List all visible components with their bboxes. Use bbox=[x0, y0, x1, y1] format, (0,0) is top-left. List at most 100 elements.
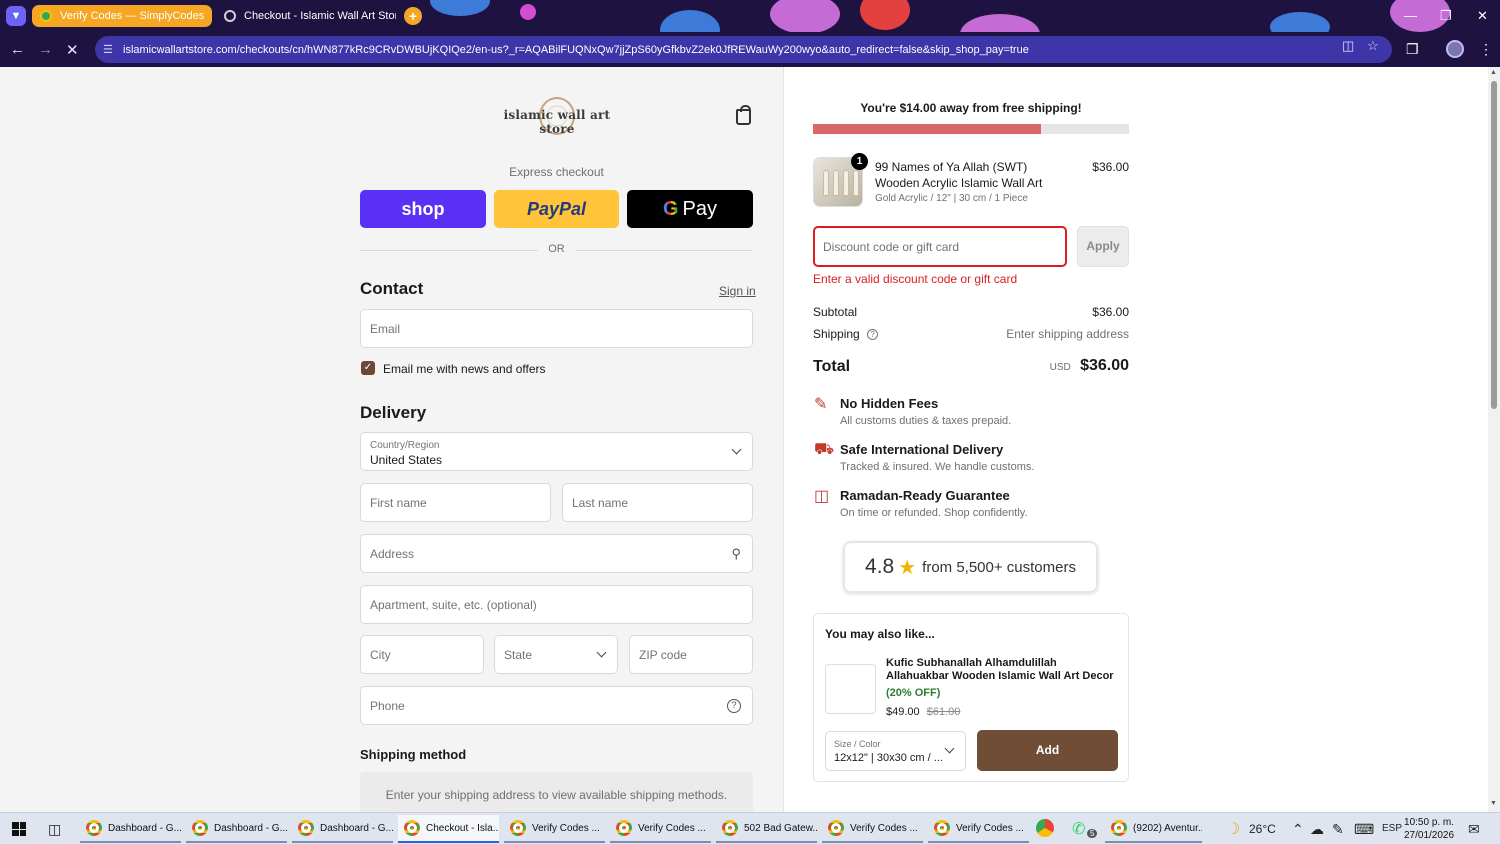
taskbar-item[interactable]: (9202) Aventur... bbox=[1105, 815, 1202, 843]
windows-start-icon[interactable] bbox=[12, 822, 26, 836]
taskbar-item-active[interactable]: Checkout - Isla... bbox=[398, 815, 499, 843]
site-info-icon[interactable]: ☰ bbox=[103, 43, 121, 56]
scrollbar-thumb[interactable] bbox=[1491, 81, 1497, 409]
upsell-card: You may also like... Kufic Subhanallah A… bbox=[813, 613, 1129, 782]
tab-verify-codes[interactable]: Verify Codes — SimplyCodes ✕ bbox=[32, 5, 212, 27]
address-bar[interactable]: ☰ islamicwallartstore.com/checkouts/cn/h… bbox=[95, 36, 1392, 63]
forward-icon[interactable]: → bbox=[38, 41, 53, 58]
shipping-help-icon[interactable]: ? bbox=[867, 329, 879, 341]
apply-discount-button[interactable]: Apply bbox=[1077, 226, 1129, 267]
newsletter-label[interactable]: Email me with news and offers bbox=[383, 362, 546, 376]
pen-icon[interactable]: ✎ bbox=[1332, 821, 1344, 838]
chrome-pinned-icon[interactable] bbox=[1036, 819, 1054, 840]
taskbar-item[interactable]: Verify Codes ... bbox=[610, 815, 711, 843]
taskbar-item-label: Verify Codes ... bbox=[532, 822, 600, 834]
chrome-icon bbox=[722, 820, 738, 836]
simplycodes-favicon-icon bbox=[40, 10, 52, 22]
phone-placeholder: Phone bbox=[370, 698, 405, 713]
menu-kebab-icon[interactable]: ⋮ bbox=[1479, 41, 1493, 58]
google-pay-button[interactable]: G Pay bbox=[627, 190, 753, 228]
total-row: USD $36.00 bbox=[1000, 357, 1129, 375]
taskbar-item[interactable]: Verify Codes ... bbox=[928, 815, 1029, 843]
tab-title: Checkout - Islamic Wall Art Stor bbox=[244, 10, 396, 22]
taskbar-item-label: Dashboard - G... bbox=[320, 822, 393, 834]
sign-in-link[interactable]: Sign in bbox=[719, 284, 756, 298]
tray-chevron-up-icon[interactable]: ⌃ bbox=[1292, 821, 1304, 838]
first-name-field[interactable]: First name bbox=[360, 483, 551, 522]
taskbar-item[interactable]: Dashboard - G... bbox=[186, 815, 287, 843]
keyboard-icon[interactable]: ⌨ bbox=[1354, 821, 1374, 838]
help-circle-icon[interactable]: ? bbox=[727, 699, 741, 713]
bookmark-star-icon[interactable]: ☆ bbox=[1367, 38, 1379, 54]
product-title: 99 Names of Ya Allah (SWT) Wooden Acryli… bbox=[875, 160, 1043, 190]
taskbar-item[interactable]: Dashboard - G... bbox=[80, 815, 181, 843]
zip-placeholder: ZIP code bbox=[639, 647, 687, 662]
shopping-bag-icon[interactable] bbox=[736, 105, 751, 125]
tab-checkout[interactable]: Checkout - Islamic Wall Art Stor ✕ bbox=[216, 5, 396, 27]
url-text[interactable]: islamicwallartstore.com/checkouts/cn/hWN… bbox=[123, 44, 1323, 56]
scroll-up-icon[interactable]: ▲ bbox=[1490, 69, 1497, 76]
feature-title: Safe International Delivery bbox=[840, 442, 1004, 457]
extensions-icon[interactable]: ❐ bbox=[1406, 41, 1419, 58]
email-field[interactable]: Email bbox=[360, 309, 753, 348]
zip-field[interactable]: ZIP code bbox=[629, 635, 753, 674]
state-select[interactable]: State bbox=[494, 635, 618, 674]
stop-loading-icon[interactable]: ✕ bbox=[66, 41, 79, 59]
shipping-row: Shipping ? bbox=[813, 327, 879, 341]
chrome-icon bbox=[828, 820, 844, 836]
upsell-price: $49.00 bbox=[886, 706, 920, 718]
tab-search-button[interactable]: ▼ bbox=[6, 6, 26, 26]
apartment-field[interactable]: Apartment, suite, etc. (optional) bbox=[360, 585, 753, 624]
back-icon[interactable]: ← bbox=[10, 41, 25, 58]
minimize-icon[interactable]: — bbox=[1404, 8, 1417, 23]
weather-temperature[interactable]: 26°C bbox=[1249, 822, 1276, 836]
input-language[interactable]: ESP bbox=[1382, 823, 1402, 834]
network-icon[interactable]: ☁ bbox=[1310, 821, 1324, 838]
translate-icon[interactable]: ◫ bbox=[1342, 38, 1354, 54]
wallpaper-decoration bbox=[770, 0, 840, 32]
wallpaper-decoration bbox=[1270, 12, 1330, 32]
close-tab-icon[interactable]: ✕ bbox=[204, 9, 212, 23]
phone-field[interactable]: Phone ? bbox=[360, 686, 753, 725]
taskbar-item[interactable]: Dashboard - G... bbox=[292, 815, 393, 843]
page-scrollbar[interactable]: ▲ ▼ bbox=[1488, 67, 1500, 812]
address-field[interactable]: Address ⚲ bbox=[360, 534, 753, 573]
free-shipping-progress-fill bbox=[813, 124, 1041, 134]
total-label: Total bbox=[813, 358, 851, 375]
feature-title: No Hidden Fees bbox=[840, 396, 939, 411]
notifications-icon[interactable]: ✉ bbox=[1468, 821, 1480, 838]
city-field[interactable]: City bbox=[360, 635, 484, 674]
restore-icon[interactable]: ❐ bbox=[1440, 8, 1452, 24]
newsletter-checkbox[interactable]: ✓ bbox=[361, 361, 375, 375]
system-clock[interactable]: 10:50 p. m. 27/01/2026 bbox=[1404, 816, 1454, 842]
upsell-product-image bbox=[825, 664, 876, 714]
gpay-label: Pay bbox=[682, 197, 718, 220]
scroll-down-icon[interactable]: ▼ bbox=[1490, 800, 1497, 807]
taskbar-item-label: Verify Codes ... bbox=[850, 822, 918, 834]
new-tab-button[interactable]: + bbox=[404, 7, 422, 25]
paypal-button[interactable]: PayPal bbox=[494, 190, 619, 228]
taskbar-item-label: Checkout - Isla... bbox=[426, 822, 499, 834]
upsell-add-button[interactable]: Add bbox=[977, 730, 1118, 771]
shipping-label: Shipping bbox=[813, 327, 860, 341]
task-view-icon[interactable]: ◫ bbox=[48, 821, 61, 838]
subtotal-label: Subtotal bbox=[813, 305, 858, 319]
shipping-method-placeholder: Enter your shipping address to view avai… bbox=[360, 772, 753, 812]
whatsapp-icon[interactable]: ✆ bbox=[1072, 819, 1085, 839]
taskbar-item[interactable]: Verify Codes ... bbox=[504, 815, 605, 843]
star-icon: ★ bbox=[898, 556, 917, 579]
discount-code-input[interactable]: Discount code or gift card bbox=[813, 226, 1067, 267]
taskbar-item[interactable]: Verify Codes ... bbox=[822, 815, 923, 843]
last-name-field[interactable]: Last name bbox=[562, 483, 753, 522]
wallpaper-decoration bbox=[660, 10, 720, 32]
taskbar-item[interactable]: 502 Bad Gatew... bbox=[716, 815, 817, 843]
country-select[interactable]: Country/Region United States bbox=[360, 432, 753, 471]
shop-pay-button[interactable]: shop bbox=[360, 190, 486, 228]
profile-avatar[interactable] bbox=[1446, 40, 1464, 58]
store-logo[interactable]: islamic wall art store bbox=[497, 97, 617, 137]
chevron-down-icon bbox=[596, 647, 607, 658]
close-window-icon[interactable]: ✕ bbox=[1477, 8, 1488, 24]
upsell-variant-select[interactable]: Size / Color 12x12" | 30x30 cm / ... bbox=[825, 731, 966, 771]
upsell-product-name: Kufic Subhanallah Alhamdulillah Allahuak… bbox=[886, 657, 1114, 682]
express-checkout-label: Express checkout bbox=[509, 165, 604, 179]
